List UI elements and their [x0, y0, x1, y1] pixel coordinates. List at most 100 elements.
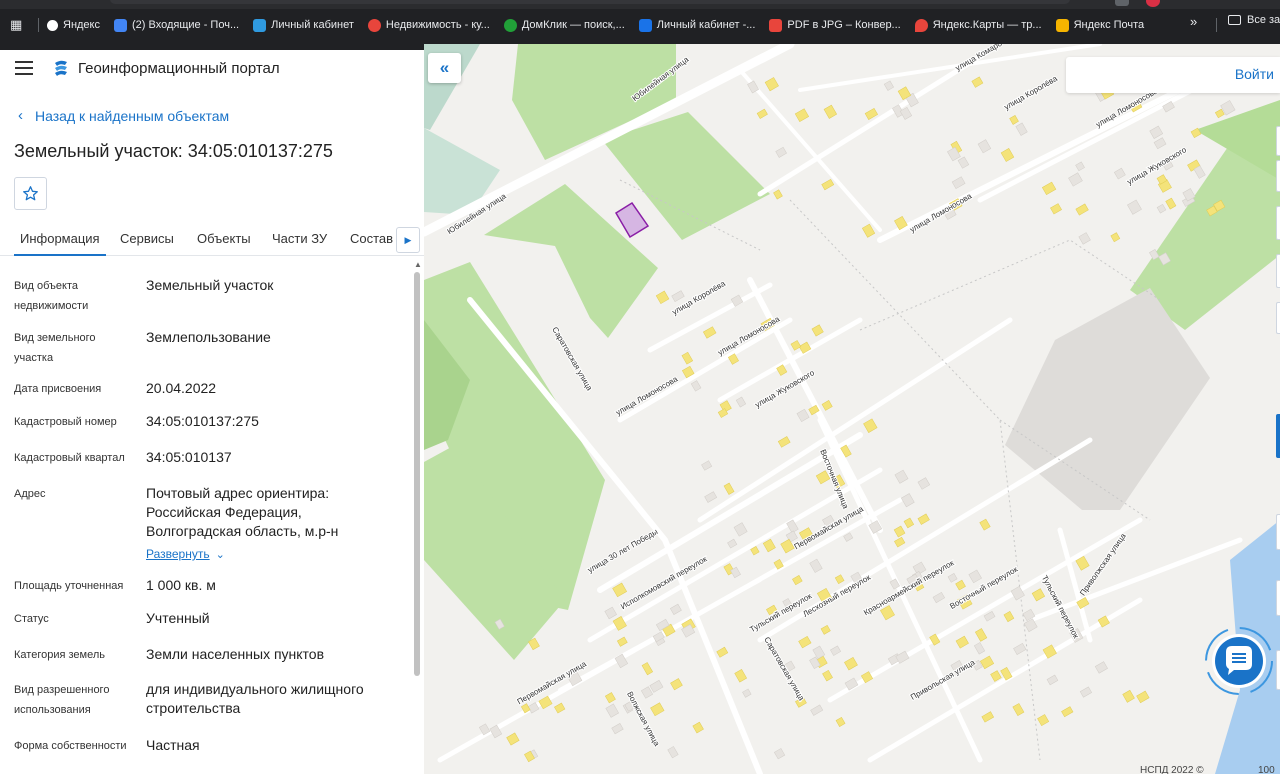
chat-button[interactable]: [1204, 626, 1274, 696]
house-marker: [983, 611, 996, 622]
street-label: Саратовская улица: [550, 325, 594, 392]
house-marker: [1122, 689, 1135, 703]
street-label: улица Королёва: [1003, 74, 1060, 112]
house-marker: [773, 189, 783, 200]
house-marker: [701, 460, 713, 471]
house-marker: [704, 491, 718, 503]
map-side-tab[interactable]: [1276, 206, 1280, 240]
hamburger-menu-icon[interactable]: [15, 61, 33, 75]
house-marker: [604, 692, 616, 704]
yandex-icon: [47, 19, 58, 31]
collapse-panel-button[interactable]: «: [428, 53, 461, 83]
house-marker: [796, 408, 810, 422]
all-bookmarks-label: Все за: [1247, 14, 1280, 26]
house-marker: [1075, 161, 1085, 172]
house-marker: [794, 108, 810, 123]
all-bookmarks-button[interactable]: Все за: [1228, 14, 1280, 26]
house-marker: [669, 603, 682, 615]
house-marker: [864, 107, 878, 120]
expand-address-link[interactable]: Развернуть ⌄: [146, 545, 396, 563]
house-marker: [990, 670, 1002, 682]
profile-avatar-icon[interactable]: [1146, 0, 1160, 7]
bookmark-yandex-maps[interactable]: Яндекс.Карты — тр...: [914, 18, 1042, 32]
house-marker: [692, 721, 704, 734]
apps-grid-icon[interactable]: ▦: [10, 17, 32, 33]
house-marker: [1110, 232, 1121, 243]
house-marker: [1041, 181, 1057, 196]
bookmark-label: Личный кабинет: [271, 19, 354, 31]
house-marker: [977, 139, 992, 154]
object-title: Земельный участок: 34:05:010137:275: [14, 141, 333, 161]
house-marker: [903, 517, 915, 529]
attribute-value: 1 000 кв. м: [146, 577, 216, 593]
house-marker: [671, 290, 685, 303]
map-scale-label: 100: [1258, 765, 1275, 774]
bookmark-inbox[interactable]: (2) Входящие - Поч...: [114, 18, 239, 32]
house-marker: [1094, 661, 1108, 674]
house-marker: [764, 77, 779, 92]
bookmark-personal-cabinet[interactable]: Личный кабинет: [253, 18, 354, 32]
bookmark-yandex-mail[interactable]: Яндекс Почта: [1055, 18, 1144, 32]
tab-objects[interactable]: Объекты: [197, 231, 251, 246]
map-side-tab[interactable]: [1276, 580, 1280, 616]
street-label: улица Ломоносова: [716, 314, 781, 357]
street-label: улица 30 лет Победы: [586, 527, 660, 575]
login-button[interactable]: Войти: [1235, 66, 1274, 82]
browser-bookmarks-bar: ▦ Яндекс (2) Входящие - Поч... Личный ка…: [0, 0, 1280, 50]
attribute-value: Частная: [146, 737, 200, 753]
scroll-up-arrow-icon[interactable]: ▲: [414, 260, 422, 269]
house-marker: [843, 532, 854, 542]
tab-services[interactable]: Сервисы: [120, 231, 174, 246]
house-marker: [690, 380, 702, 392]
house-marker: [1153, 137, 1167, 150]
bookmark-label: Недвижимость - ку...: [385, 19, 490, 31]
tabs-scroll-right-button[interactable]: ▶: [396, 227, 420, 253]
house-marker: [863, 418, 878, 433]
shield-icon: [253, 18, 267, 32]
tab-land-parts[interactable]: Части ЗУ: [272, 231, 327, 246]
house-marker: [951, 176, 966, 190]
map-view[interactable]: Юбилейная улица Юбилейная улица Саратовска…: [424, 44, 1280, 774]
house-marker: [1149, 125, 1164, 139]
house-marker: [790, 340, 802, 351]
map-side-tab[interactable]: [1276, 514, 1280, 550]
map-side-tab-active[interactable]: [1276, 414, 1280, 458]
bookmark-domclick[interactable]: ДомКлик — поиск,...: [503, 18, 625, 32]
map-side-tab[interactable]: [1276, 160, 1280, 192]
map-side-tab[interactable]: [1276, 302, 1280, 334]
map-side-tab[interactable]: [1276, 650, 1280, 690]
house-marker: [723, 482, 735, 495]
bookmark-personal-cabinet-2[interactable]: Личный кабинет -...: [638, 18, 755, 32]
favorite-button[interactable]: [14, 177, 47, 210]
house-marker: [605, 703, 620, 718]
scrollbar-thumb[interactable]: [414, 272, 420, 676]
chevron-down-icon: ⌄: [215, 549, 225, 561]
attribute-label: Вид объекта недвижимости: [14, 280, 89, 312]
house-marker: [1061, 706, 1074, 718]
house-marker: [506, 732, 520, 746]
address-bar[interactable]: [110, 0, 1070, 4]
tab-composition[interactable]: Состав: [350, 231, 393, 246]
map-side-tab[interactable]: [1276, 126, 1280, 156]
extension-icon[interactable]: [1115, 0, 1129, 6]
house-marker: [554, 702, 566, 714]
map-canvas[interactable]: Юбилейная улицаЮбилейная улицаСаратовска…: [424, 44, 1280, 774]
house-marker: [1079, 686, 1093, 698]
bookmark-pdf-jpg[interactable]: PDF в JPG – Конвер...: [769, 18, 901, 32]
back-to-results-link[interactable]: ‹ Назад к найденным объектам: [18, 107, 229, 124]
map-side-tab[interactable]: [1276, 254, 1280, 288]
more-bookmarks-button[interactable]: »: [1190, 14, 1197, 29]
house-marker: [667, 746, 679, 759]
attribute-value: Земельный участок: [146, 277, 274, 293]
bookmark-yandex[interactable]: Яндекс: [47, 19, 100, 31]
house-marker: [1050, 203, 1062, 215]
tab-bar: Информация Сервисы Объекты Части ЗУ Сост…: [0, 223, 424, 256]
expand-link-label: Развернуть: [146, 547, 210, 561]
house-marker: [899, 106, 913, 120]
tab-information[interactable]: Информация: [14, 231, 106, 256]
bookmark-realty[interactable]: Недвижимость - ку...: [367, 18, 490, 32]
house-marker: [900, 493, 915, 508]
street-label: Волжская улица: [625, 690, 662, 748]
house-marker: [974, 628, 988, 642]
house-marker: [792, 575, 803, 586]
